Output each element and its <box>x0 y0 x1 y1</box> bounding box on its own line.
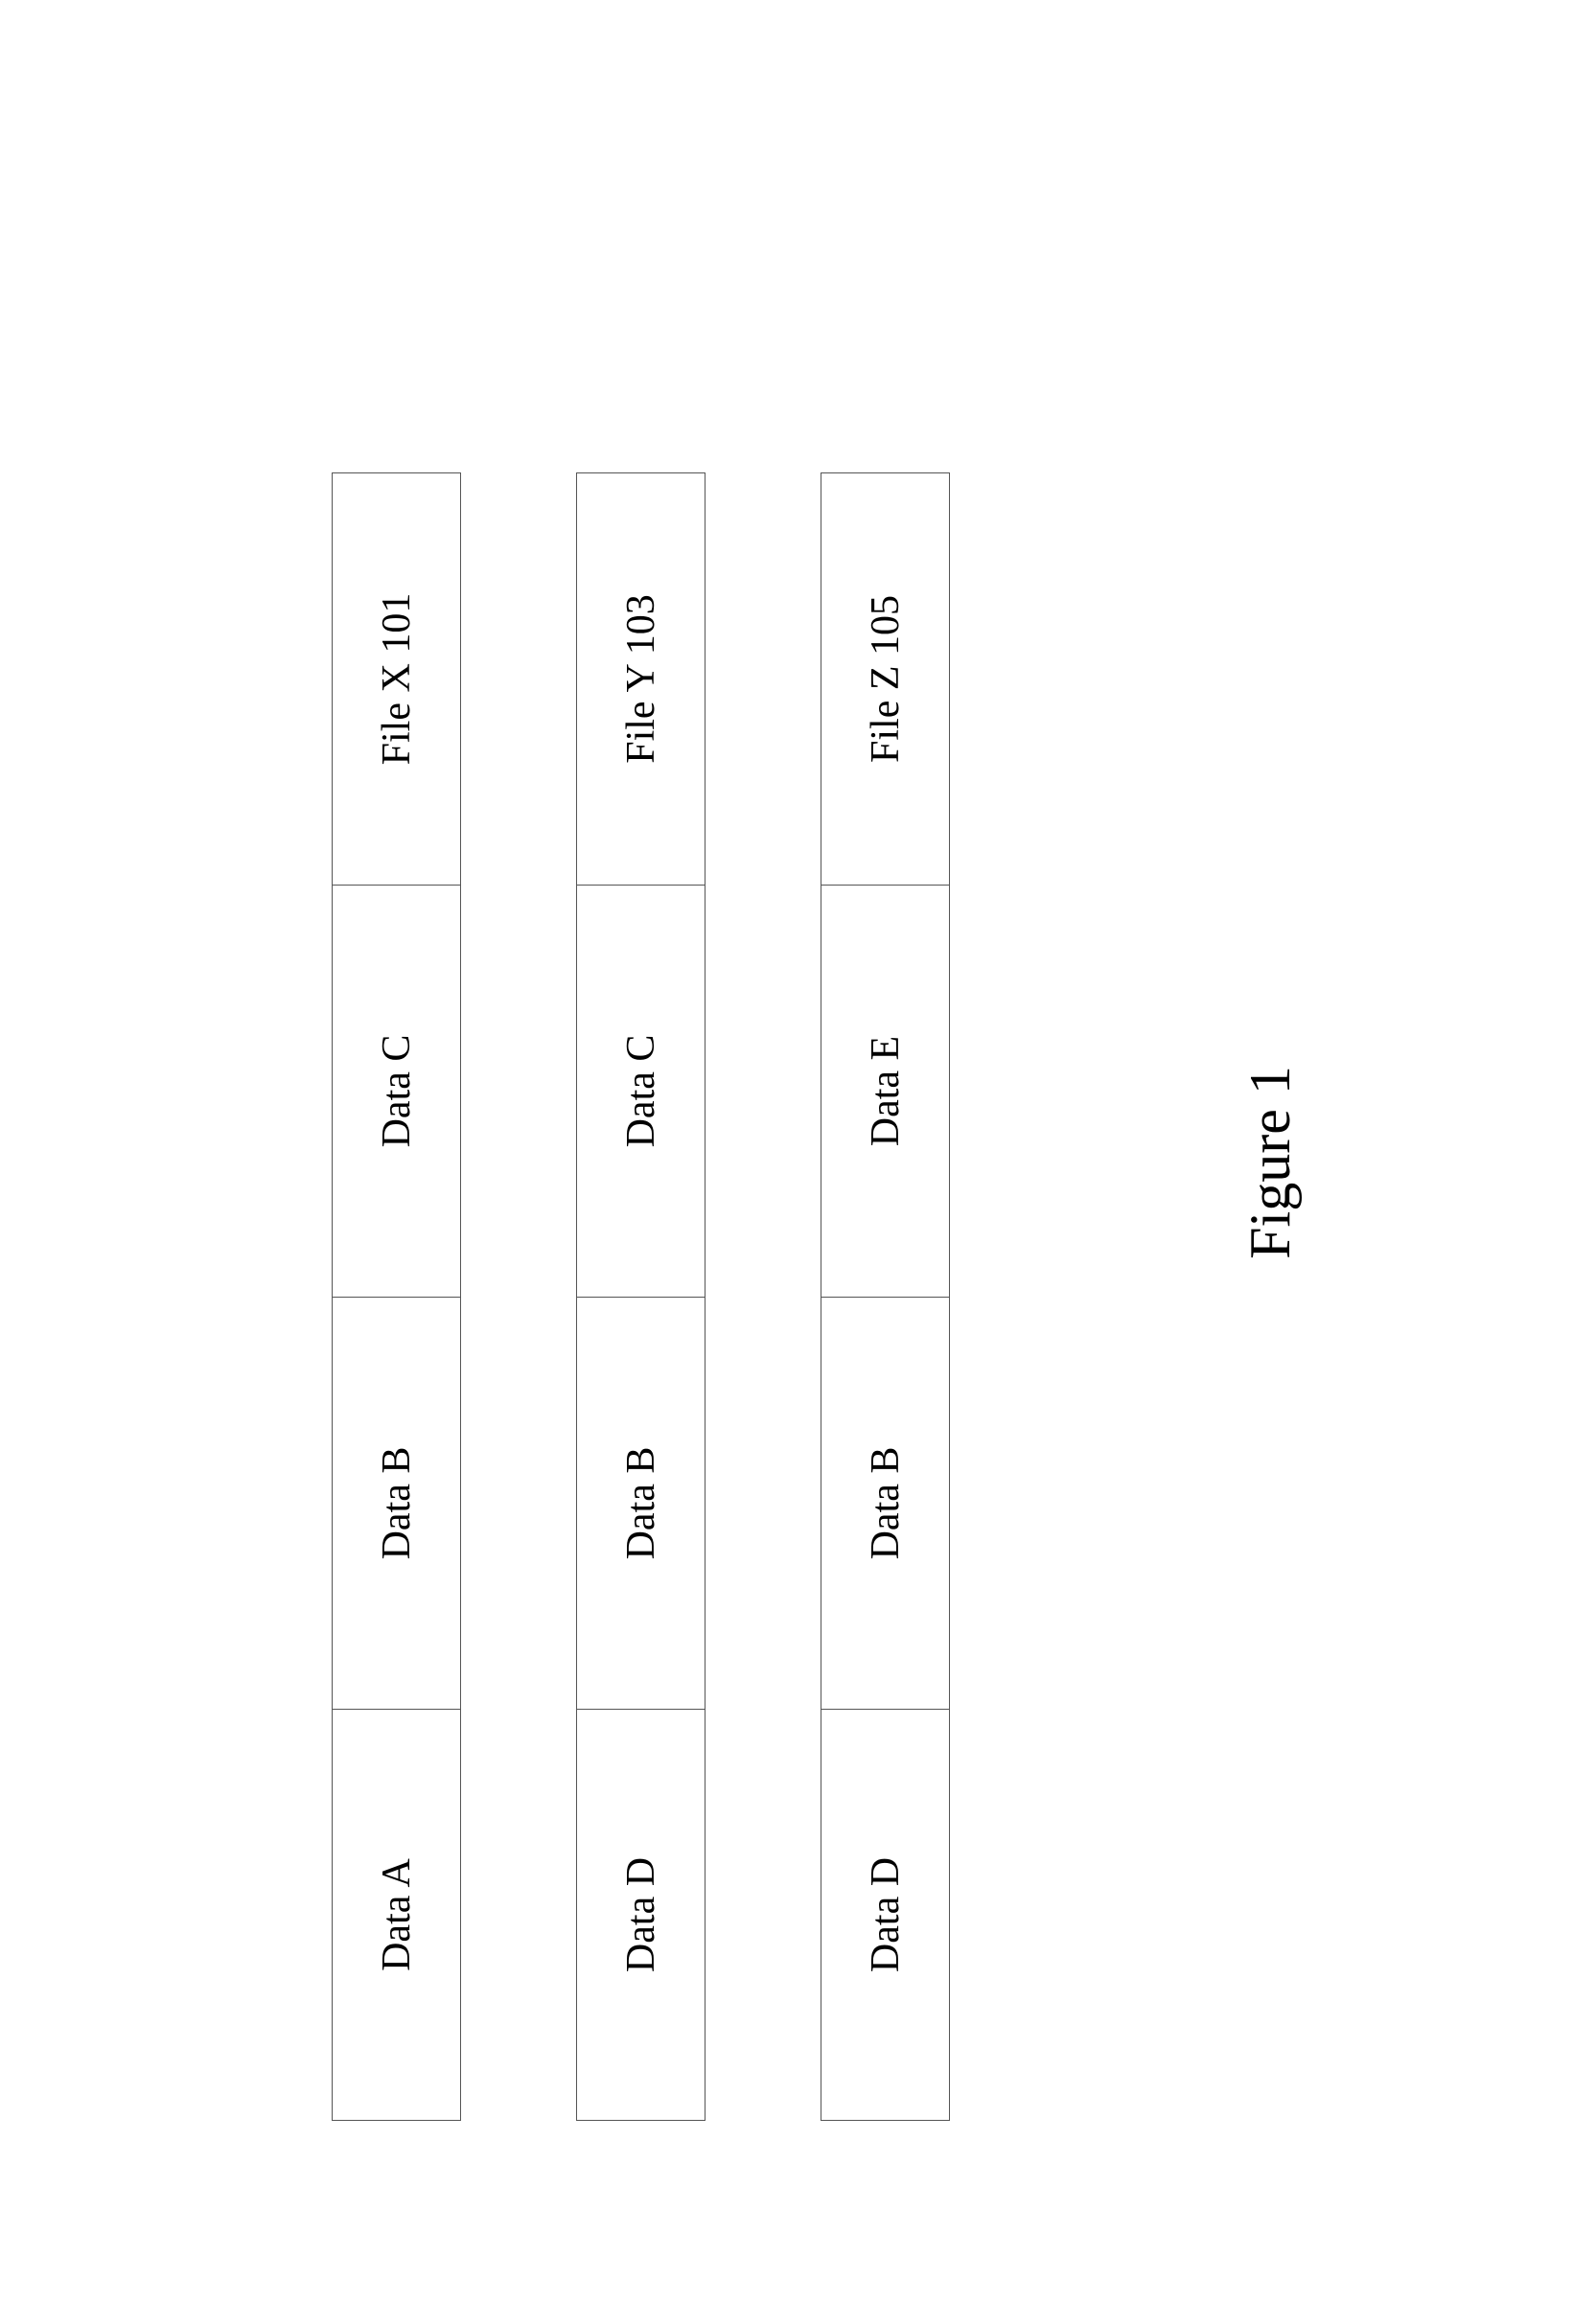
file-rows-container: Data A Data B Data C File X 101 Data D D… <box>293 204 988 2121</box>
data-cell: Data B <box>576 1297 705 1709</box>
data-cell: Data C <box>332 885 461 1297</box>
file-label-y: File Y 103 <box>576 472 705 885</box>
figure-caption: Figure 1 <box>1237 204 1304 2121</box>
file-label-x: File X 101 <box>332 472 461 885</box>
file-row-x: Data A Data B Data C File X 101 <box>332 204 461 2121</box>
data-cell: Data E <box>821 885 950 1297</box>
data-cell: Data B <box>821 1297 950 1709</box>
data-cell: Data B <box>332 1297 461 1709</box>
diagram-stage: Data A Data B Data C File X 101 Data D D… <box>293 204 1304 2121</box>
file-row-y: Data D Data B Data C File Y 103 <box>576 204 705 2121</box>
data-cell: Data D <box>821 1709 950 2121</box>
data-cell: Data C <box>576 885 705 1297</box>
file-row-z: Data D Data B Data E File Z 105 <box>821 204 950 2121</box>
file-label-z: File Z 105 <box>821 472 950 885</box>
data-cell: Data A <box>332 1709 461 2121</box>
data-cell: Data D <box>576 1709 705 2121</box>
